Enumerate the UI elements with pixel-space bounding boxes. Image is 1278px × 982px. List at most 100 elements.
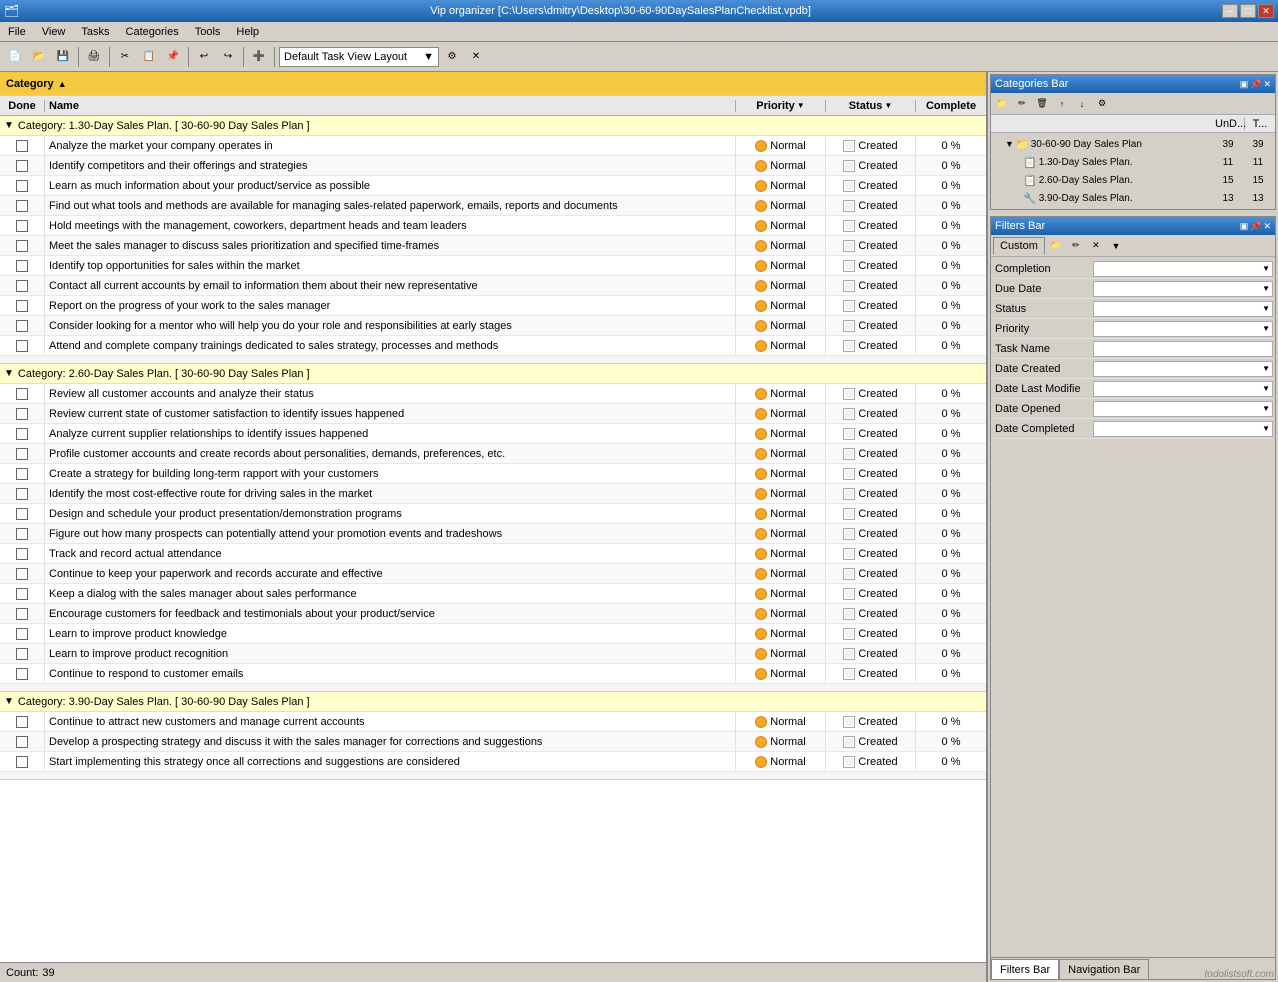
print-button[interactable]: 🖨	[83, 46, 105, 68]
filter-dropdown-arrow-5[interactable]: ▼	[1262, 364, 1270, 373]
task-row[interactable]: Create a strategy for building long-term…	[0, 464, 986, 484]
task-row[interactable]: Figure out how many prospects can potent…	[0, 524, 986, 544]
task-row[interactable]: Learn to improve product knowledge Norma…	[0, 624, 986, 644]
task-row[interactable]: Track and record actual attendance Norma…	[0, 544, 986, 564]
filter-delete-btn[interactable]: ✕	[1087, 237, 1105, 255]
task-checkbox-1-5[interactable]	[16, 488, 28, 500]
task-done-1-5[interactable]	[0, 484, 45, 503]
filter-value-3[interactable]: ▼	[1093, 321, 1273, 337]
cat-tree-child-3[interactable]: 🔧 3.90-Day Sales Plan. 13 13	[991, 189, 1275, 207]
task-checkbox-1-9[interactable]	[16, 568, 28, 580]
task-done-1-9[interactable]	[0, 564, 45, 583]
task-checkbox-1-13[interactable]	[16, 648, 28, 660]
filter-value-4[interactable]	[1093, 341, 1273, 357]
bottom-tab-filters[interactable]: Filters Bar	[991, 959, 1059, 979]
cat-edit-btn[interactable]: ✏	[1013, 95, 1031, 113]
filter-value-5[interactable]: ▼	[1093, 361, 1273, 377]
task-row[interactable]: Profile customer accounts and create rec…	[0, 444, 986, 464]
filter-dropdown-arrow-8[interactable]: ▼	[1262, 424, 1270, 433]
task-done-0-5[interactable]	[0, 236, 45, 255]
cat-move-down-btn[interactable]: ↓	[1073, 95, 1091, 113]
task-checkbox-0-5[interactable]	[16, 240, 28, 252]
task-row[interactable]: Analyze current supplier relationships t…	[0, 424, 986, 444]
task-checkbox-1-14[interactable]	[16, 668, 28, 680]
col-name[interactable]: Name	[45, 100, 736, 112]
task-row[interactable]: Continue to respond to customer emails N…	[0, 664, 986, 684]
menu-tools[interactable]: Tools	[191, 24, 225, 40]
task-checkbox-2-1[interactable]	[16, 736, 28, 748]
bottom-tab-navigation[interactable]: Navigation Bar	[1059, 959, 1149, 979]
filter-panel-pin[interactable]: 📌	[1250, 221, 1261, 232]
task-row[interactable]: Meet the sales manager to discuss sales …	[0, 236, 986, 256]
filter-dropdown-arrow-2[interactable]: ▼	[1262, 304, 1270, 313]
filter-new-btn[interactable]: 📁	[1047, 237, 1065, 255]
category-toggle-1[interactable]: ▼	[4, 368, 14, 379]
filter-value-7[interactable]: ▼	[1093, 401, 1273, 417]
task-row[interactable]: Attend and complete company trainings de…	[0, 336, 986, 356]
task-row[interactable]: Identify top opportunities for sales wit…	[0, 256, 986, 276]
priority-sort-icon[interactable]: ▼	[797, 101, 805, 110]
task-done-0-10[interactable]	[0, 336, 45, 355]
cat-tree-child-1[interactable]: 📋 1.30-Day Sales Plan. 11 11	[991, 153, 1275, 171]
cat-panel-pin[interactable]: 📌	[1250, 79, 1261, 90]
minimize-button[interactable]: ─	[1222, 4, 1238, 18]
col-priority[interactable]: Priority ▼	[736, 100, 826, 112]
task-checkbox-1-3[interactable]	[16, 448, 28, 460]
task-done-0-7[interactable]	[0, 276, 45, 295]
task-row[interactable]: Analyze the market your company operates…	[0, 136, 986, 156]
task-row[interactable]: Develop a prospecting strategy and discu…	[0, 732, 986, 752]
col-complete[interactable]: Complete	[916, 100, 986, 112]
save-button[interactable]: 💾	[52, 46, 74, 68]
task-checkbox-1-11[interactable]	[16, 608, 28, 620]
task-done-1-14[interactable]	[0, 664, 45, 683]
root-expand-icon[interactable]: ▼	[1005, 139, 1015, 149]
task-checkbox-1-7[interactable]	[16, 528, 28, 540]
task-done-0-4[interactable]	[0, 216, 45, 235]
cat-delete-btn[interactable]: 🗑	[1033, 95, 1051, 113]
sort-arrow[interactable]: ▲	[58, 79, 67, 89]
maximize-button[interactable]: □	[1240, 4, 1256, 18]
new-button[interactable]: 📄	[4, 46, 26, 68]
task-checkbox-2-0[interactable]	[16, 716, 28, 728]
cat-new-btn[interactable]: 📁	[993, 95, 1011, 113]
task-done-1-12[interactable]	[0, 624, 45, 643]
task-done-0-9[interactable]	[0, 316, 45, 335]
status-sort-icon[interactable]: ▼	[884, 101, 892, 110]
task-done-2-1[interactable]	[0, 732, 45, 751]
task-checkbox-0-1[interactable]	[16, 160, 28, 172]
task-done-1-11[interactable]	[0, 604, 45, 623]
menu-categories[interactable]: Categories	[122, 24, 183, 40]
task-row[interactable]: Consider looking for a mentor who will h…	[0, 316, 986, 336]
layout-btn2[interactable]: ✕	[465, 46, 487, 68]
cat-panel-restore[interactable]: ▣	[1240, 79, 1249, 90]
task-done-2-2[interactable]	[0, 752, 45, 771]
filter-dropdown-arrow-1[interactable]: ▼	[1262, 284, 1270, 293]
redo-button[interactable]: ↪	[217, 46, 239, 68]
task-checkbox-0-6[interactable]	[16, 260, 28, 272]
menu-help[interactable]: Help	[232, 24, 263, 40]
filter-more-btn[interactable]: ▼	[1107, 237, 1125, 255]
filter-panel-restore[interactable]: ▣	[1240, 221, 1249, 232]
task-checkbox-2-2[interactable]	[16, 756, 28, 768]
filter-value-2[interactable]: ▼	[1093, 301, 1273, 317]
filter-value-6[interactable]: ▼	[1093, 381, 1273, 397]
task-done-0-8[interactable]	[0, 296, 45, 315]
task-done-1-4[interactable]	[0, 464, 45, 483]
menu-file[interactable]: File	[4, 24, 30, 40]
filter-value-0[interactable]: ▼	[1093, 261, 1273, 277]
task-done-1-2[interactable]	[0, 424, 45, 443]
task-checkbox-1-2[interactable]	[16, 428, 28, 440]
category-toggle-0[interactable]: ▼	[4, 120, 14, 131]
col-status[interactable]: Status ▼	[826, 100, 916, 112]
task-done-1-1[interactable]	[0, 404, 45, 423]
menu-tasks[interactable]: Tasks	[77, 24, 113, 40]
task-done-0-0[interactable]	[0, 136, 45, 155]
task-checkbox-1-8[interactable]	[16, 548, 28, 560]
task-done-1-13[interactable]	[0, 644, 45, 663]
filter-edit-btn[interactable]: ✏	[1067, 237, 1085, 255]
add-task-button[interactable]: ➕	[248, 46, 270, 68]
task-done-0-6[interactable]	[0, 256, 45, 275]
layout-btn1[interactable]: ⚙	[441, 46, 463, 68]
task-checkbox-0-4[interactable]	[16, 220, 28, 232]
filter-value-8[interactable]: ▼	[1093, 421, 1273, 437]
